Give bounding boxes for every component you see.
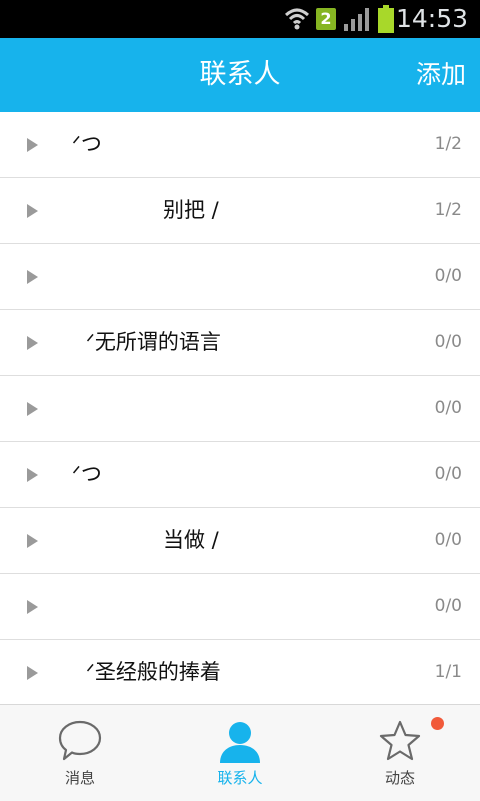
- battery-icon: [378, 5, 394, 33]
- tab-label: 联系人: [217, 769, 263, 787]
- status-clock: 14:53: [395, 4, 468, 33]
- expand-arrow-icon[interactable]: [27, 600, 38, 614]
- expand-arrow-icon[interactable]: [27, 336, 38, 350]
- expand-arrow-icon[interactable]: [27, 270, 38, 284]
- wifi-icon: [284, 8, 310, 30]
- group-row[interactable]: ᐟつ 1/2: [0, 112, 480, 178]
- chat-bubble-icon: [58, 720, 102, 761]
- group-row[interactable]: 0/0: [0, 376, 480, 442]
- contact-person-icon: [220, 722, 260, 763]
- contact-group-list: ᐟつ 1/2 别把 / 1/2 0/0 ᐟ无所谓的语言 0/0 0/0 ᐟつ 0…: [0, 112, 480, 704]
- group-count: 0/0: [434, 596, 462, 616]
- tab-moments[interactable]: 动态: [320, 705, 480, 801]
- group-name: 当做 /: [163, 528, 219, 552]
- group-count: 1/1: [434, 662, 462, 682]
- group-row[interactable]: 0/0: [0, 244, 480, 310]
- expand-arrow-icon[interactable]: [27, 402, 38, 416]
- group-row[interactable]: ᐟ无所谓的语言 0/0: [0, 310, 480, 376]
- page-title: 联系人: [199, 59, 281, 90]
- expand-arrow-icon[interactable]: [27, 138, 38, 152]
- group-row[interactable]: 别把 / 1/2: [0, 178, 480, 244]
- signal-icon: [344, 8, 369, 31]
- expand-arrow-icon[interactable]: [27, 468, 38, 482]
- bottom-tab-bar: 消息 联系人 动态: [0, 704, 480, 801]
- group-name: ᐟ无所谓的语言: [86, 330, 221, 354]
- tab-label: 动态: [384, 769, 415, 787]
- sim-2-icon: 2: [316, 8, 336, 30]
- tab-contacts[interactable]: 联系人: [160, 705, 320, 801]
- group-row[interactable]: ᐟつ 0/0: [0, 442, 480, 508]
- status-bar: 2 14:53: [0, 0, 480, 38]
- tab-label: 消息: [64, 769, 95, 787]
- status-icons: 2: [284, 4, 394, 34]
- add-button[interactable]: 添加: [416, 38, 466, 112]
- group-name: ᐟつ: [72, 132, 102, 156]
- title-bar: 联系人 添加: [0, 38, 480, 112]
- group-count: 1/2: [434, 200, 462, 220]
- group-row[interactable]: 0/0: [0, 574, 480, 640]
- group-count: 0/0: [434, 530, 462, 550]
- expand-arrow-icon[interactable]: [27, 204, 38, 218]
- group-name: 别把 /: [163, 198, 219, 222]
- tab-messages[interactable]: 消息: [0, 705, 160, 801]
- group-count: 0/0: [434, 266, 462, 286]
- group-row[interactable]: ᐟ圣经般的捧着 1/1: [0, 640, 480, 704]
- group-row[interactable]: 当做 / 0/0: [0, 508, 480, 574]
- group-count: 0/0: [434, 464, 462, 484]
- group-name: ᐟ圣经般的捧着: [86, 660, 221, 684]
- expand-arrow-icon[interactable]: [27, 534, 38, 548]
- star-icon: [379, 720, 421, 761]
- expand-arrow-icon[interactable]: [27, 666, 38, 680]
- group-count: 0/0: [434, 398, 462, 418]
- group-count: 0/0: [434, 332, 462, 352]
- group-name: ᐟつ: [72, 462, 102, 486]
- notification-dot: [431, 717, 444, 730]
- group-count: 1/2: [434, 134, 462, 154]
